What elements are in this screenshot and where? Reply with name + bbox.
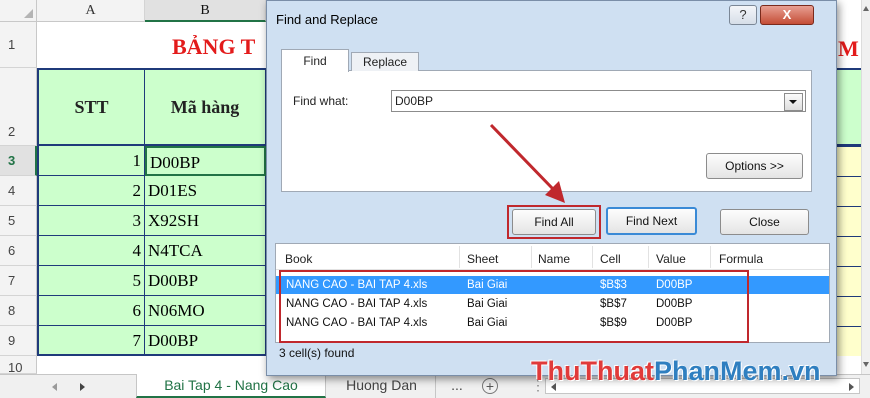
- add-sheet-icon[interactable]: +: [482, 378, 498, 394]
- sheet-tab-more[interactable]: ...: [444, 374, 470, 398]
- vertical-scrollbar[interactable]: [861, 0, 870, 374]
- header-ma-hang[interactable]: Mã hàng: [145, 68, 266, 146]
- col-header-cell[interactable]: Cell: [600, 252, 645, 266]
- tab-replace[interactable]: Replace: [351, 52, 419, 71]
- watermark-logo: ThuThuatPhanMem.vn: [531, 356, 866, 386]
- find-what-label: Find what:: [293, 94, 349, 108]
- header-stt[interactable]: STT: [37, 68, 145, 146]
- col-divider[interactable]: [531, 246, 532, 268]
- row-header-5[interactable]: 5: [0, 206, 37, 236]
- column-header-b[interactable]: B: [145, 0, 266, 22]
- row-header-10[interactable]: 10: [0, 356, 37, 374]
- help-icon: ?: [739, 7, 747, 22]
- row-header-1[interactable]: 1: [0, 22, 37, 68]
- sheet-title-right-text: M: [838, 36, 859, 61]
- results-status: 3 cell(s) found: [279, 346, 355, 360]
- cell-stt[interactable]: 7: [37, 326, 145, 356]
- find-next-button[interactable]: Find Next: [606, 207, 697, 235]
- find-what-input[interactable]: D00BP: [391, 90, 806, 112]
- find-what-value: D00BP: [395, 94, 434, 108]
- col-divider[interactable]: [710, 246, 711, 268]
- close-button[interactable]: Close: [720, 209, 809, 235]
- sheet-tab-huong-dan[interactable]: Huong Dan: [328, 374, 436, 398]
- sheet-title[interactable]: BẢNG T: [172, 34, 272, 62]
- row-header-2[interactable]: 2: [0, 68, 37, 146]
- help-button[interactable]: ?: [729, 5, 757, 25]
- col-header-sheet[interactable]: Sheet: [467, 252, 527, 266]
- cell-stt[interactable]: 4: [37, 236, 145, 266]
- tab-find[interactable]: Find: [281, 49, 349, 72]
- sheet-tab-active[interactable]: Bai Tap 4 - Nang Cao: [136, 374, 326, 398]
- row-header-8[interactable]: 8: [0, 296, 37, 326]
- chevron-down-icon: [789, 100, 797, 104]
- dropdown-arrow-button[interactable]: [784, 93, 803, 111]
- column-header-a[interactable]: A: [37, 0, 145, 22]
- col-divider[interactable]: [648, 246, 649, 268]
- cell-code[interactable]: X92SH: [145, 206, 266, 236]
- close-window-button[interactable]: X: [760, 5, 814, 25]
- find-replace-dialog: Find and Replace ? X Find Replace Find w…: [266, 0, 837, 376]
- row-header-4[interactable]: 4: [0, 176, 37, 206]
- cell-code[interactable]: D00BP: [145, 266, 266, 296]
- annotation-box-results: [279, 270, 749, 343]
- row-header-3[interactable]: 3: [0, 146, 37, 176]
- tab-find-label: Find: [303, 54, 327, 68]
- scroll-up-icon[interactable]: [863, 6, 869, 11]
- watermark-part1: ThuThuat: [531, 356, 654, 386]
- col-divider[interactable]: [459, 246, 460, 268]
- watermark-part2: PhanMem: [653, 356, 782, 386]
- annotation-arrow-icon: [489, 123, 565, 203]
- watermark-part3: .vn: [781, 356, 821, 386]
- col-header-value[interactable]: Value: [656, 252, 706, 266]
- tab-scroll-left-icon[interactable]: [52, 383, 57, 391]
- col-divider[interactable]: [592, 246, 593, 268]
- tab-scroll-right-icon[interactable]: [80, 383, 85, 391]
- cell-code[interactable]: N06MO: [145, 296, 266, 326]
- annotation-box-find-all: [507, 205, 601, 239]
- cell-code[interactable]: D00BP: [145, 146, 266, 176]
- cell-code[interactable]: N4TCA: [145, 236, 266, 266]
- col-header-book[interactable]: Book: [285, 252, 455, 266]
- cell-code[interactable]: D01ES: [145, 176, 266, 206]
- dialog-title: Find and Replace: [276, 12, 378, 27]
- col-header-formula[interactable]: Formula: [719, 252, 779, 266]
- options-button[interactable]: Options >>: [706, 153, 803, 179]
- select-all-corner[interactable]: [0, 0, 37, 22]
- cell-stt[interactable]: 3: [37, 206, 145, 236]
- row-header-6[interactable]: 6: [0, 236, 37, 266]
- row-header-label: 2: [8, 124, 16, 139]
- cell-stt[interactable]: 5: [37, 266, 145, 296]
- close-icon: X: [782, 7, 792, 22]
- row-header-9[interactable]: 9: [0, 326, 37, 356]
- col-header-name[interactable]: Name: [538, 252, 588, 266]
- cell-stt[interactable]: 2: [37, 176, 145, 206]
- cell-stt[interactable]: 1: [37, 146, 145, 176]
- cell-code[interactable]: D00BP: [145, 326, 266, 356]
- row-header-7[interactable]: 7: [0, 266, 37, 296]
- tab-replace-label: Replace: [362, 55, 408, 69]
- cell-stt[interactable]: 6: [37, 296, 145, 326]
